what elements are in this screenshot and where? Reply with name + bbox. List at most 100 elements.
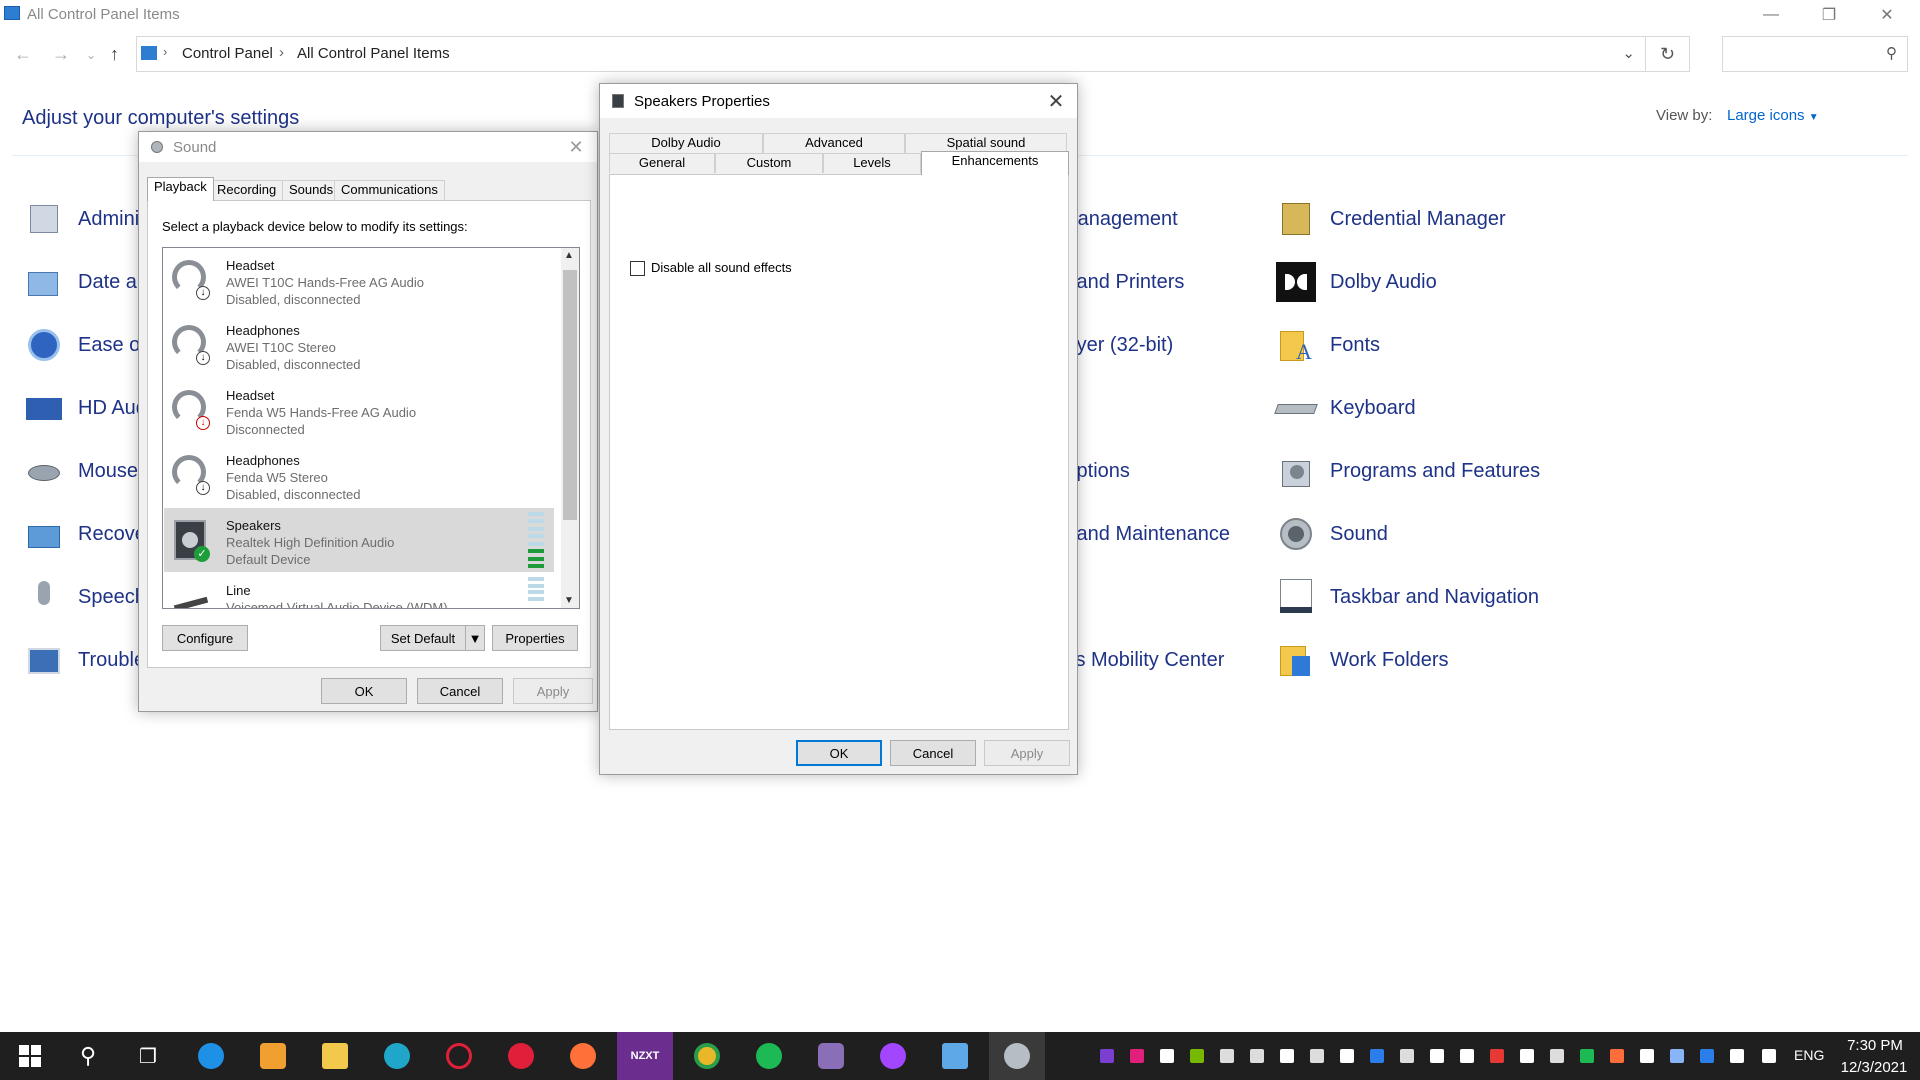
cancel-button[interactable]: Cancel [890, 740, 976, 766]
cp-item-color-management[interactable]: Management [1061, 199, 1178, 239]
cp-item-hd-audio[interactable]: HD Aud [24, 388, 147, 428]
dolby-tray-icon[interactable] [1340, 1049, 1354, 1063]
cp-item-fonts[interactable]: A Fonts [1276, 325, 1380, 365]
tab-spatial-sound[interactable]: Spatial sound [905, 133, 1067, 153]
list-item-selected[interactable]: ✓ Speakers Realtek High Definition Audio… [164, 508, 554, 572]
cp-item-ease-of-access[interactable]: Ease of [24, 325, 146, 365]
ok-button[interactable]: OK [321, 678, 407, 704]
security-tray-icon[interactable] [1640, 1049, 1654, 1063]
breadcrumb-all-items[interactable]: All Control Panel Items [297, 45, 450, 62]
cp-item-programs-and-features[interactable]: Programs and Features [1276, 451, 1540, 491]
tab-playback[interactable]: Playback [147, 177, 214, 201]
cp-item-sound[interactable]: Sound [1276, 514, 1388, 554]
breadcrumb-chevron-icon[interactable]: › [279, 44, 284, 61]
address-dropdown-chevron-icon[interactable]: ⌄ [1622, 44, 1635, 62]
cp-item-security-and-maintenance[interactable]: y and Maintenance [1061, 514, 1230, 554]
app-tray-icon[interactable] [1520, 1049, 1534, 1063]
cp-item-mobility-center[interactable]: ws Mobility Center [1061, 640, 1224, 680]
cp-item-devices-and-printers[interactable]: s and Printers [1061, 262, 1184, 302]
set-default-dropdown-icon[interactable]: ▼ [465, 625, 485, 651]
close-icon[interactable]: ✕ [1041, 89, 1071, 113]
spotify-icon[interactable] [741, 1032, 797, 1080]
app-tray-icon[interactable] [1310, 1049, 1324, 1063]
refresh-button[interactable]: ↻ [1646, 36, 1690, 72]
bluetooth-tray-icon[interactable] [1370, 1049, 1384, 1063]
cp-item-date-and-time[interactable]: Date ar [24, 262, 144, 302]
app-tray-icon[interactable] [1610, 1049, 1624, 1063]
cp-item-keyboard[interactable]: Keyboard [1274, 388, 1416, 428]
list-item[interactable]: ↓ Headset Fenda W5 Hands-Free AG Audio D… [164, 378, 554, 442]
onedrive-tray-icon[interactable] [1430, 1049, 1444, 1063]
tab-communications[interactable]: Communications [334, 180, 445, 200]
list-item[interactable]: ↓ Headphones AWEI T10C Stereo Disabled, … [164, 313, 554, 377]
media-player-icon[interactable] [245, 1032, 301, 1080]
app-tray-icon[interactable] [1550, 1049, 1564, 1063]
nvidia-tray-icon[interactable] [1190, 1049, 1204, 1063]
tab-levels[interactable]: Levels [823, 153, 921, 173]
forward-arrow-icon[interactable]: → [52, 44, 70, 65]
cp-item-troubleshooting[interactable]: Trouble [24, 640, 145, 680]
address-bar[interactable]: › Control Panel › All Control Panel Item… [136, 36, 1646, 72]
scroll-up-icon[interactable]: ▲ [564, 250, 574, 261]
start-windows-icon[interactable] [2, 1032, 58, 1080]
wifi-tray-icon[interactable] [1762, 1049, 1776, 1063]
spotify-tray-icon[interactable] [1580, 1049, 1594, 1063]
vpn-tray-icon[interactable] [1700, 1049, 1714, 1063]
task-view-icon[interactable]: ❐ [120, 1032, 176, 1080]
sound-settings-taskbar-icon[interactable] [989, 1032, 1045, 1080]
cp-item-taskbar-and-navigation[interactable]: Taskbar and Navigation [1276, 577, 1539, 617]
set-default-button[interactable]: Set Default [380, 625, 466, 651]
cp-item-mouse[interactable]: Mouse [24, 451, 138, 491]
disable-sound-effects-checkbox[interactable] [630, 261, 645, 276]
restore-button[interactable]: ❐ [1800, 0, 1858, 30]
clock-date[interactable]: 12/3/2021 [1834, 1059, 1914, 1076]
cp-item-administrative-tools[interactable]: Admini [24, 199, 139, 239]
search-input[interactable]: ⚲ [1722, 36, 1908, 72]
volume-tray-icon[interactable] [1730, 1049, 1744, 1063]
ok-button[interactable]: OK [796, 740, 882, 766]
apply-button[interactable]: Apply [513, 678, 593, 704]
tab-dolby-audio[interactable]: Dolby Audio [609, 133, 763, 153]
chrome-icon[interactable] [679, 1032, 735, 1080]
tab-enhancements[interactable]: Enhancements [921, 151, 1069, 175]
recent-locations-chevron-icon[interactable]: ⌄ [86, 48, 96, 62]
close-icon[interactable]: ✕ [561, 135, 591, 159]
language-indicator[interactable]: ENG [1794, 1047, 1824, 1063]
internet-explorer-icon[interactable] [183, 1032, 239, 1080]
tab-sounds[interactable]: Sounds [282, 180, 341, 200]
cp-item-work-folders[interactable]: Work Folders [1276, 640, 1449, 680]
clock-time[interactable]: 7:30 PM [1838, 1037, 1912, 1054]
firefox-icon[interactable] [555, 1032, 611, 1080]
minimize-button[interactable]: — [1742, 0, 1800, 30]
control-panel-taskbar-icon[interactable] [927, 1032, 983, 1080]
app-tray-icon[interactable] [1130, 1049, 1144, 1063]
device-list[interactable]: ↓ Headset AWEI T10C Hands-Free AG Audio … [162, 247, 580, 609]
app-tray-icon[interactable] [1160, 1049, 1174, 1063]
back-arrow-icon[interactable]: ← [14, 44, 32, 65]
slack-tray-icon[interactable] [1280, 1049, 1294, 1063]
app-tray-icon[interactable] [1400, 1049, 1414, 1063]
chat-notifications-icon[interactable] [803, 1032, 859, 1080]
battery-tray-icon[interactable] [1460, 1049, 1474, 1063]
tab-general[interactable]: General [609, 153, 715, 173]
file-explorer-icon[interactable] [307, 1032, 363, 1080]
steam-tray-icon[interactable] [1670, 1049, 1684, 1063]
cp-item-credential-manager[interactable]: Credential Manager [1276, 199, 1506, 239]
up-arrow-icon[interactable]: ↑ [110, 44, 119, 65]
cp-item-dolby-audio[interactable]: Dolby Audio [1276, 262, 1437, 302]
search-icon[interactable]: ⚲ [60, 1032, 116, 1080]
list-item[interactable]: ↓ Headphones Fenda W5 Stereo Disabled, d… [164, 443, 554, 507]
tab-custom[interactable]: Custom [715, 153, 823, 173]
app-tray-icon[interactable] [1220, 1049, 1234, 1063]
properties-button[interactable]: Properties [492, 625, 578, 651]
tab-advanced[interactable]: Advanced [763, 133, 905, 153]
messenger-icon[interactable] [865, 1032, 921, 1080]
onenote-tray-icon[interactable] [1100, 1049, 1114, 1063]
cp-item-recovery[interactable]: Recove [24, 514, 146, 554]
cp-item-speech-recognition[interactable]: Speech [24, 577, 146, 617]
list-item[interactable]: Line Voicemod Virtual Audio Device (WDM) [164, 573, 554, 608]
breadcrumb-chevron-icon[interactable]: › [163, 44, 167, 59]
list-item[interactable]: ↓ Headset AWEI T10C Hands-Free AG Audio … [164, 248, 554, 312]
tab-recording[interactable]: Recording [210, 180, 284, 200]
app-tray-icon[interactable] [1490, 1049, 1504, 1063]
